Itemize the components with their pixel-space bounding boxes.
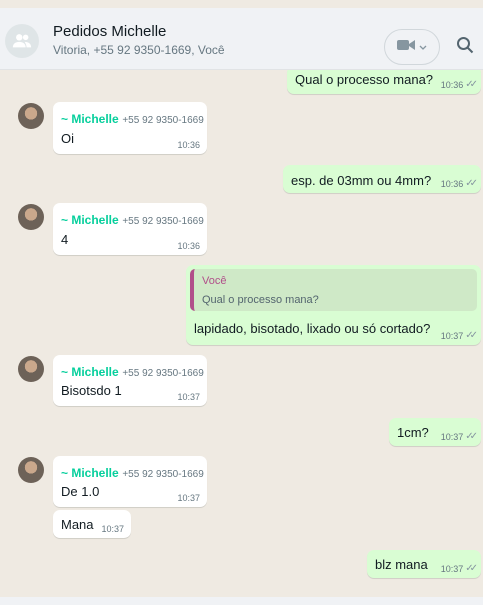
sender-name[interactable]: ~ Michelle: [61, 112, 119, 126]
message-incoming[interactable]: ~ Michelle +55 92 9350-1669 4 10:36: [53, 203, 207, 255]
message-time: 10:37: [440, 431, 464, 442]
message-time: 10:37: [101, 524, 124, 534]
double-check-icon: ✓✓: [465, 178, 478, 189]
sender-name[interactable]: ~ Michelle: [61, 365, 119, 379]
composer-bar-edge: [0, 597, 483, 605]
message-outgoing[interactable]: blz mana 10:37 ✓✓: [367, 550, 481, 578]
quoted-message[interactable]: Você Qual o processo mana?: [190, 269, 477, 311]
message-time: 10:36: [177, 140, 200, 150]
message-text: blz mana: [375, 557, 428, 572]
quoted-author: Você: [202, 275, 227, 287]
message-incoming[interactable]: ~ Michelle +55 92 9350-1669 Oi 10:36: [53, 102, 207, 154]
double-check-icon: ✓✓: [465, 431, 478, 442]
message-text: 4: [61, 232, 69, 247]
message-time: 10:37: [440, 563, 464, 574]
message-time: 10:36: [440, 79, 464, 90]
message-text: esp. de 03mm ou 4mm?: [291, 173, 432, 188]
message-time: 10:37: [440, 330, 464, 341]
message-text: Bisotsdo 1: [61, 383, 122, 398]
chat-header: Pedidos Michelle Vitoria, +55 92 9350-16…: [0, 8, 483, 70]
chat-title[interactable]: Pedidos Michelle: [53, 23, 166, 40]
message-sender-line: ~ Michelle +55 92 9350-1669: [61, 212, 204, 227]
sender-avatar[interactable]: [18, 457, 44, 483]
sender-phone: +55 92 9350-1669: [122, 216, 204, 227]
video-call-button[interactable]: [384, 29, 440, 65]
double-check-icon: ✓✓: [465, 79, 478, 90]
message-text: Oi: [61, 131, 74, 146]
message-text: Mana: [61, 517, 94, 532]
sender-name[interactable]: ~ Michelle: [61, 466, 119, 480]
group-avatar-icon[interactable]: [5, 24, 39, 58]
message-incoming[interactable]: ~ Michelle +55 92 9350-1669 Bisotsdo 1 1…: [53, 355, 207, 406]
message-sender-line: ~ Michelle +55 92 9350-1669: [61, 111, 204, 126]
message-outgoing-reply[interactable]: Você Qual o processo mana? lapidado, bis…: [186, 265, 481, 345]
message-outgoing[interactable]: esp. de 03mm ou 4mm? 10:36 ✓✓: [283, 165, 481, 193]
sender-phone: +55 92 9350-1669: [122, 368, 204, 379]
message-meta: 10:36 ✓✓: [440, 79, 478, 90]
message-time: 10:37: [177, 392, 200, 402]
sender-avatar[interactable]: [18, 356, 44, 382]
message-outgoing[interactable]: 1cm? 10:37 ✓✓: [389, 418, 481, 446]
message-sender-line: ~ Michelle +55 92 9350-1669: [61, 364, 204, 379]
message-text: lapidado, bisotado, lixado ou só cortado…: [194, 321, 431, 336]
message-time: 10:37: [177, 493, 200, 503]
message-meta: 10:37 ✓✓: [440, 330, 478, 341]
message-incoming[interactable]: Mana 10:37: [53, 510, 131, 538]
message-text: 1cm?: [397, 425, 429, 440]
search-icon: [456, 36, 474, 59]
sender-avatar[interactable]: [18, 103, 44, 129]
message-sender-line: ~ Michelle +55 92 9350-1669: [61, 465, 204, 480]
message-text: Qual o processo mana?: [295, 72, 434, 87]
message-meta: 10:36 ✓✓: [440, 178, 478, 189]
message-meta: 10:37 ✓✓: [440, 563, 478, 574]
search-button[interactable]: [452, 34, 478, 60]
double-check-icon: ✓✓: [465, 563, 478, 574]
message-list[interactable]: Qual o processo mana? 10:36 ✓✓ ~ Michelle…: [0, 70, 483, 597]
quoted-text: Qual o processo mana?: [202, 294, 319, 306]
message-outgoing[interactable]: Qual o processo mana? 10:36 ✓✓: [287, 70, 481, 94]
message-time: 10:36: [177, 241, 200, 251]
message-incoming[interactable]: ~ Michelle +55 92 9350-1669 De 1.0 10:37: [53, 456, 207, 507]
message-time: 10:36: [440, 178, 464, 189]
sender-phone: +55 92 9350-1669: [122, 469, 204, 480]
video-call-icon: [397, 38, 415, 56]
sender-name[interactable]: ~ Michelle: [61, 213, 119, 227]
message-meta: 10:37 ✓✓: [440, 431, 478, 442]
double-check-icon: ✓✓: [465, 330, 478, 341]
sender-avatar[interactable]: [18, 204, 44, 230]
message-text: De 1.0: [61, 484, 100, 499]
chat-participants[interactable]: Vitoria, +55 92 9350-1669, Você: [53, 43, 225, 57]
chevron-down-icon: [419, 38, 427, 56]
sender-phone: +55 92 9350-1669: [122, 115, 204, 126]
